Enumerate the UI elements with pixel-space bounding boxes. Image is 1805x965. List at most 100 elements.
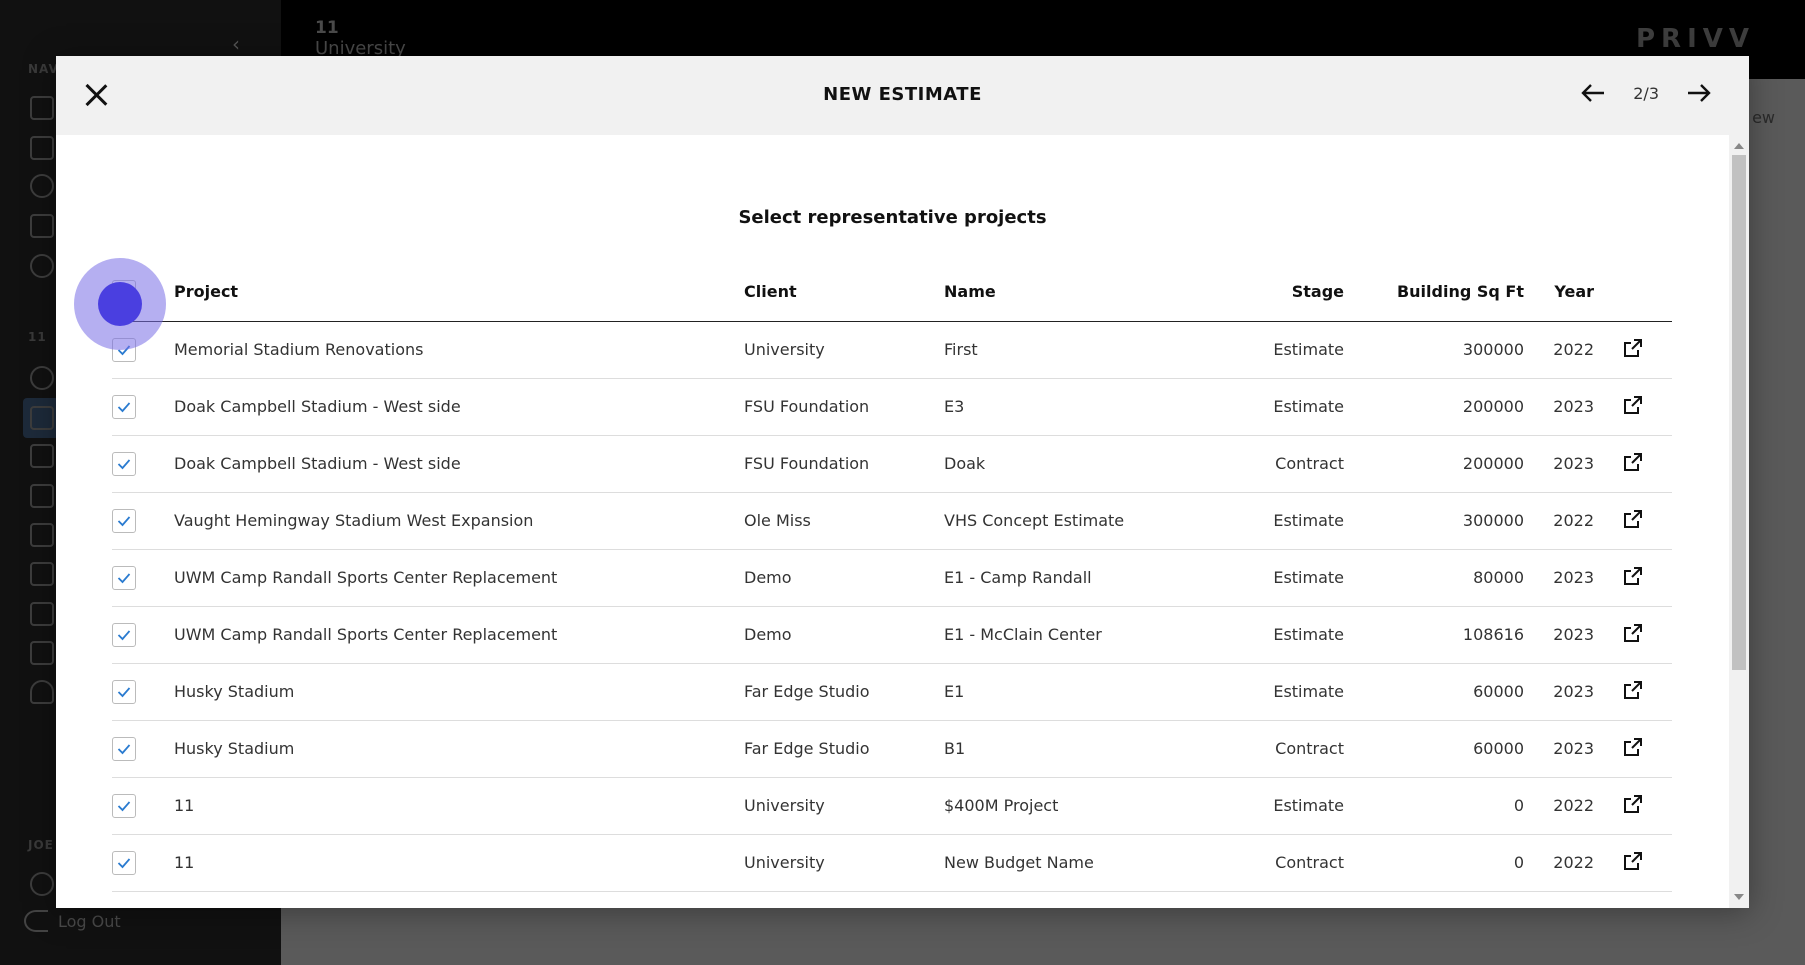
project-number: 11 xyxy=(315,18,339,38)
row-checkbox-cell[interactable] xyxy=(112,435,174,493)
row-checkbox-cell[interactable] xyxy=(112,720,174,778)
external-link-icon[interactable] xyxy=(1623,680,1643,704)
cell-name: E3 xyxy=(944,378,1204,436)
table-row[interactable]: Doak Campbell Stadium - West side FSU Fou… xyxy=(112,435,1672,493)
external-link-icon[interactable] xyxy=(1623,737,1643,761)
estimate-icon[interactable] xyxy=(30,406,54,430)
clock-icon[interactable] xyxy=(30,872,54,896)
row-checkbox-cell[interactable] xyxy=(112,492,174,550)
project-section-label: 11 xyxy=(28,330,47,344)
row-checkbox-cell[interactable] xyxy=(112,777,174,835)
cell-name: New Budget Name xyxy=(944,834,1204,892)
header-year[interactable]: Year xyxy=(1524,263,1594,322)
header-project[interactable]: Project xyxy=(174,263,744,322)
cell-sqft: 300000 xyxy=(1344,321,1524,379)
row-link-cell xyxy=(1594,606,1672,664)
table-row[interactable]: Memorial Stadium Renovations University Fi… xyxy=(112,321,1672,379)
checklist-icon[interactable] xyxy=(30,602,54,626)
external-link-icon[interactable] xyxy=(1623,509,1643,533)
vertical-scrollbar[interactable] xyxy=(1729,135,1749,908)
table-row[interactable]: Husky Stadium Far Edge Studio E1 Estimate 60… xyxy=(112,663,1672,721)
row-checkbox-cell[interactable] xyxy=(112,663,174,721)
row-checkbox[interactable] xyxy=(112,451,136,476)
cell-project: Memorial Stadium Renovations xyxy=(174,321,744,379)
collapse-sidebar-icon[interactable]: ‹ xyxy=(232,32,240,56)
header-name[interactable]: Name xyxy=(944,263,1204,322)
clipboard-icon[interactable] xyxy=(30,96,54,120)
table-row[interactable]: 11 University $400M Project Estimate 0 2022 xyxy=(112,777,1672,835)
file-icon[interactable] xyxy=(30,641,54,665)
cell-stage: Estimate xyxy=(1204,606,1344,664)
table-row[interactable]: Husky Stadium Far Edge Studio B1 Contract 60… xyxy=(112,720,1672,778)
external-link-icon[interactable] xyxy=(1623,794,1643,818)
row-checkbox[interactable] xyxy=(112,736,136,761)
cell-name: E1 xyxy=(944,663,1204,721)
table-row[interactable]: Doak Campbell Stadium - West side FSU Fou… xyxy=(112,378,1672,436)
table-header-row: Project Client Name Stage Building Sq Ft… xyxy=(112,263,1672,322)
table-row[interactable]: UWM Camp Randall Sports Center Replaceme… xyxy=(112,549,1672,607)
cell-client: FSU Foundation xyxy=(744,435,944,493)
external-link-icon[interactable] xyxy=(1623,452,1643,476)
dollar-icon[interactable] xyxy=(30,444,54,468)
header-sqft[interactable]: Building Sq Ft xyxy=(1344,263,1524,322)
table-row[interactable]: Vaught Hemingway Stadium West Expansion O… xyxy=(112,492,1672,550)
scroll-down-icon[interactable] xyxy=(1734,894,1744,900)
header-stage[interactable]: Stage xyxy=(1204,263,1344,322)
cell-sqft: 80000 xyxy=(1344,549,1524,607)
row-checkbox[interactable] xyxy=(112,508,136,533)
cell-stage: Contract xyxy=(1204,720,1344,778)
cell-year: 2022 xyxy=(1524,492,1594,550)
cell-year: 2023 xyxy=(1524,378,1594,436)
cell-stage: Estimate xyxy=(1204,777,1344,835)
cell-name: E1 - Camp Randall xyxy=(944,549,1204,607)
cell-project: Vaught Hemingway Stadium West Expansion xyxy=(174,492,744,550)
row-checkbox-cell[interactable] xyxy=(112,549,174,607)
next-step-button[interactable] xyxy=(1685,78,1713,108)
cell-year: 2023 xyxy=(1524,720,1594,778)
cell-stage: Estimate xyxy=(1204,378,1344,436)
row-checkbox[interactable] xyxy=(112,793,136,818)
user-icon[interactable] xyxy=(30,174,54,198)
header-client[interactable]: Client xyxy=(744,263,944,322)
id-card-icon[interactable] xyxy=(30,214,54,238)
cell-project: 11 xyxy=(174,777,744,835)
scroll-up-icon[interactable] xyxy=(1734,143,1744,149)
user-section-label: JOE xyxy=(28,838,54,852)
external-link-icon[interactable] xyxy=(1623,338,1643,362)
click-indicator-dot xyxy=(98,282,142,326)
scroll-thumb[interactable] xyxy=(1732,155,1746,670)
row-checkbox[interactable] xyxy=(112,850,136,875)
arrow-right-icon xyxy=(1688,84,1711,102)
row-checkbox[interactable] xyxy=(112,679,136,704)
cell-client: University xyxy=(744,834,944,892)
list-icon[interactable] xyxy=(30,523,54,547)
person-icon[interactable] xyxy=(30,680,54,704)
row-checkbox-cell[interactable] xyxy=(112,378,174,436)
document-icon[interactable] xyxy=(30,484,54,508)
table-row[interactable]: UWM Camp Randall Sports Center Replaceme… xyxy=(112,606,1672,664)
modal-title: NEW ESTIMATE xyxy=(823,84,982,105)
logout-button[interactable]: Log Out xyxy=(24,910,121,932)
external-link-icon[interactable] xyxy=(1623,395,1643,419)
external-link-icon[interactable] xyxy=(1623,623,1643,647)
row-checkbox[interactable] xyxy=(112,565,136,590)
checkmark-icon xyxy=(117,857,131,868)
chat-icon[interactable] xyxy=(30,562,54,586)
cell-year: 2023 xyxy=(1524,663,1594,721)
row-link-cell xyxy=(1594,834,1672,892)
cell-name: First xyxy=(944,321,1204,379)
table-row[interactable]: 11 University New Budget Name Contract 0 2022 xyxy=(112,834,1672,892)
external-link-icon[interactable] xyxy=(1623,851,1643,875)
row-checkbox[interactable] xyxy=(112,622,136,647)
row-checkbox[interactable] xyxy=(112,394,136,419)
pie-chart-icon[interactable] xyxy=(30,366,54,390)
row-checkbox-cell[interactable] xyxy=(112,606,174,664)
projects-table: Project Client Name Stage Building Sq Ft… xyxy=(112,263,1672,892)
building-icon[interactable] xyxy=(30,136,54,160)
cell-name: $400M Project xyxy=(944,777,1204,835)
gear-icon[interactable] xyxy=(30,254,54,278)
previous-step-button[interactable] xyxy=(1579,78,1607,108)
checkmark-icon xyxy=(117,572,131,583)
row-checkbox-cell[interactable] xyxy=(112,834,174,892)
external-link-icon[interactable] xyxy=(1623,566,1643,590)
